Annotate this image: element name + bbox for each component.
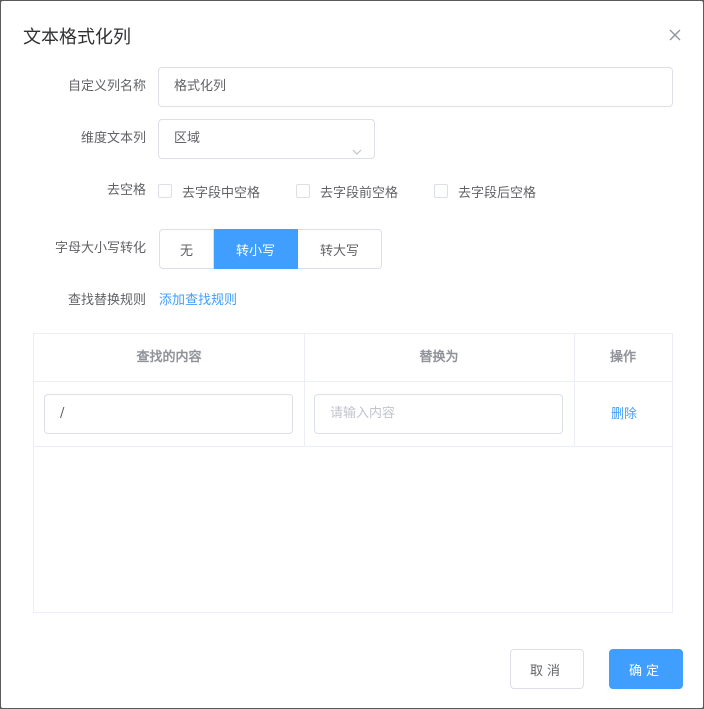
chevron-down-icon <box>352 135 362 155</box>
delete-link[interactable]: 删除 <box>611 382 637 447</box>
confirm-button[interactable]: 确定 <box>609 649 683 689</box>
checkbox-icon[interactable] <box>434 184 448 198</box>
column-name-label: 自定义列名称 <box>67 79 146 94</box>
trim-middle-checkbox[interactable]: 去字段中空格 <box>158 171 260 211</box>
trim-leading-checkbox[interactable]: 去字段前空格 <box>296 171 398 211</box>
close-icon[interactable] <box>665 25 685 45</box>
checkbox-icon[interactable] <box>158 184 172 198</box>
replace-rules-label: 查找替换规则 <box>67 293 146 308</box>
trim-trailing-checkbox[interactable]: 去字段后空格 <box>434 171 536 211</box>
dimension-column-value: 区域 <box>174 131 201 146</box>
find-input[interactable]: / <box>44 394 293 434</box>
dimension-column-select[interactable]: 区域 <box>158 119 375 159</box>
case-button-group: 无 转小写 转大写 <box>159 229 382 269</box>
column-name-row: 自定义列名称 格式化列 <box>1 67 703 107</box>
header-action: 操作 <box>574 334 672 382</box>
replace-rules-table: 查找的内容 替换为 操作 / 请输入内容 删除 <box>33 333 673 613</box>
trim-middle-label: 去字段中空格 <box>182 185 261 201</box>
checkbox-icon[interactable] <box>296 184 310 198</box>
replace-input[interactable]: 请输入内容 <box>314 394 563 434</box>
case-upper-button[interactable]: 转大写 <box>298 229 382 269</box>
trim-row: 去空格 去字段中空格 去字段前空格 去字段后空格 <box>1 171 703 211</box>
header-find: 查找的内容 <box>34 334 304 382</box>
format-column-dialog: 文本格式化列 自定义列名称 格式化列 维度文本列 区域 去空格 去字段中空格 去… <box>1 1 703 708</box>
dimension-column-label: 维度文本列 <box>80 131 146 146</box>
column-name-input[interactable]: 格式化列 <box>158 67 673 107</box>
dimension-column-row: 维度文本列 区域 <box>1 119 703 159</box>
trim-leading-label: 去字段前空格 <box>320 185 399 201</box>
trim-trailing-label: 去字段后空格 <box>458 185 537 201</box>
case-label: 字母大小写转化 <box>54 241 146 256</box>
dialog-title: 文本格式化列 <box>23 27 131 48</box>
case-row: 字母大小写转化 无 转小写 转大写 <box>1 229 703 269</box>
table-row: / 请输入内容 删除 <box>34 382 672 447</box>
header-replace: 替换为 <box>304 334 574 382</box>
trim-label: 去空格 <box>106 183 146 198</box>
add-rule-link[interactable]: 添加查找规则 <box>159 281 237 321</box>
cancel-button[interactable]: 取消 <box>510 649 584 689</box>
case-none-button[interactable]: 无 <box>159 229 214 269</box>
replace-rules-row: 查找替换规则 添加查找规则 <box>1 281 703 321</box>
case-lower-button[interactable]: 转小写 <box>214 229 298 269</box>
